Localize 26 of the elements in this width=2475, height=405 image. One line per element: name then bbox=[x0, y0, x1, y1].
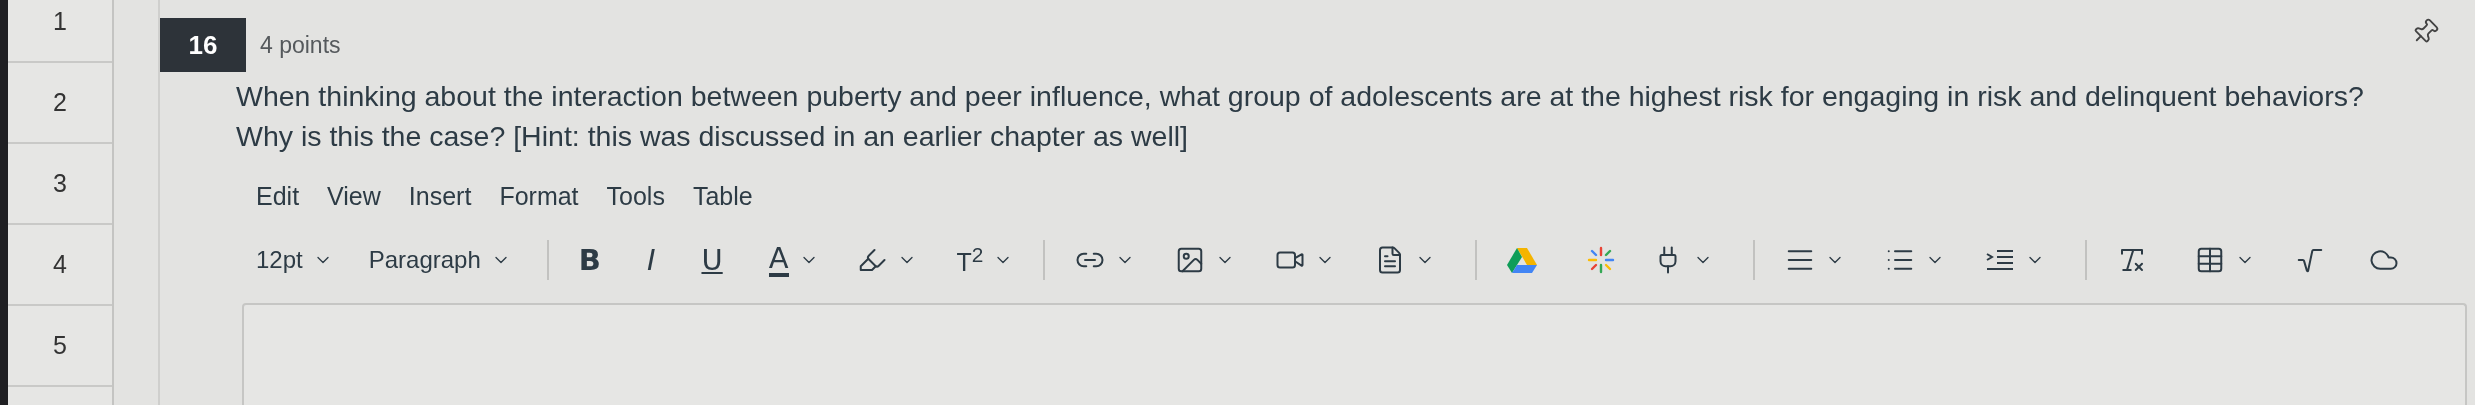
line-number: 2 bbox=[8, 63, 112, 144]
superscript-button[interactable]: T$^{2}$ bbox=[956, 242, 1014, 278]
menu-item[interactable]: Table bbox=[692, 182, 753, 211]
menu-item[interactable]: Edit bbox=[256, 182, 300, 211]
line-number: 5 bbox=[8, 306, 112, 387]
menu-item[interactable]: Format bbox=[499, 182, 579, 211]
font-size-dropdown[interactable]: 12pt bbox=[256, 246, 333, 274]
apps-button[interactable] bbox=[1587, 246, 1616, 274]
bold-button[interactable]: B bbox=[578, 245, 601, 275]
points-label: 4 points bbox=[260, 31, 341, 59]
italic-button[interactable]: I bbox=[646, 245, 656, 275]
indent-icon bbox=[1985, 247, 2016, 273]
menu-item[interactable]: Insert bbox=[408, 182, 472, 211]
question-number: 16 bbox=[160, 18, 246, 72]
block-format-dropdown[interactable]: Paragraph bbox=[368, 246, 511, 274]
question-text: When thinking about the interaction between puberty and peer influence, what group of adolescents are at the highest risk for engaging in risk and delinquent behaviors? Why is this the case? [Hint: this was discussed in an earlier chapter as well] bbox=[236, 79, 2365, 154]
drive-button[interactable] bbox=[1507, 247, 1538, 273]
drive-icon bbox=[1507, 247, 1538, 273]
line-number: 3 bbox=[8, 144, 112, 225]
menu-item[interactable]: View bbox=[327, 182, 381, 211]
line-number: 1 bbox=[8, 0, 112, 63]
text-color-button[interactable]: A bbox=[768, 243, 819, 277]
line-number: 4 bbox=[8, 225, 112, 306]
menu-item[interactable]: Tools bbox=[606, 182, 665, 211]
sparkle-icon bbox=[1587, 246, 1616, 274]
underline-button[interactable]: U bbox=[701, 245, 723, 275]
